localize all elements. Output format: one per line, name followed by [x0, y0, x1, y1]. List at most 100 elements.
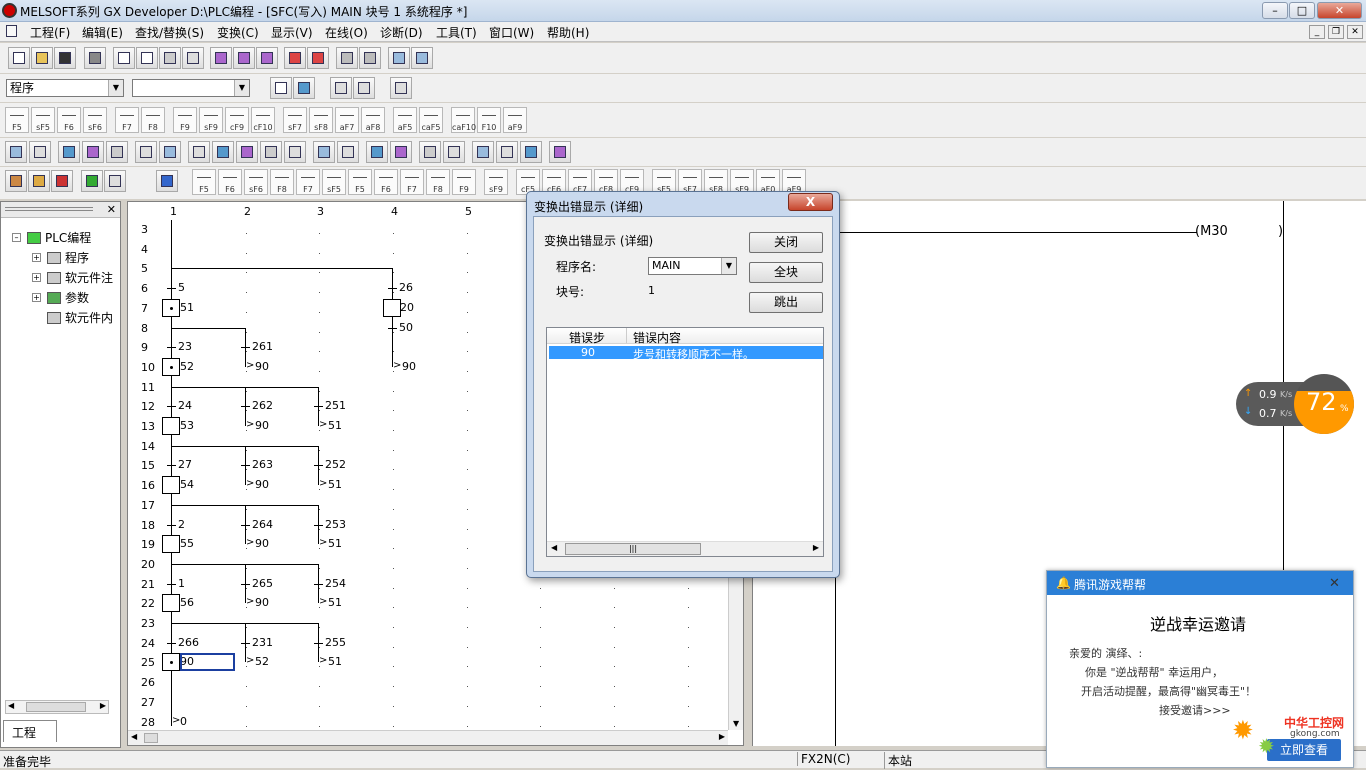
ladder-symbol-button[interactable]: F6 [218, 169, 242, 195]
dialog-close-btn[interactable]: 关闭 [749, 232, 823, 253]
write-online-icon[interactable] [106, 141, 128, 163]
arrow-icon[interactable] [156, 170, 178, 192]
transition-label[interactable]: 5 [178, 281, 185, 294]
ladder-symbol-button[interactable]: aF8 [361, 107, 385, 133]
jump-target[interactable]: 90 [255, 596, 269, 609]
jump-target[interactable]: 51 [328, 596, 342, 609]
sfc-step-box[interactable] [162, 298, 180, 317]
device-memory-icon[interactable] [284, 141, 306, 163]
sfc-step-box[interactable] [383, 298, 401, 317]
program-type-select[interactable]: 程序 ▼ [6, 79, 124, 97]
jump-button[interactable]: 跳出 [749, 292, 823, 313]
tree-item-parameter[interactable]: 参数 [47, 289, 89, 306]
ladder-symbol-button[interactable]: aF7 [335, 107, 359, 133]
ladder-symbol-button[interactable]: F10 [477, 107, 501, 133]
transition-label[interactable]: 261 [252, 340, 273, 353]
expand-icon[interactable]: + [32, 253, 41, 262]
editor-hscrollbar[interactable]: ◀ ▶ [128, 730, 728, 745]
sfc-step-box[interactable] [162, 594, 180, 613]
jump-target[interactable]: 90 [402, 360, 416, 373]
read-icon[interactable] [307, 47, 329, 69]
undo-icon[interactable] [182, 47, 204, 69]
screen-icon[interactable] [549, 141, 571, 163]
dialog-close-button[interactable]: X [788, 193, 833, 211]
end-jump[interactable]: 0 [180, 715, 187, 728]
ladder-symbol-button[interactable]: sF8 [309, 107, 333, 133]
jump-target[interactable]: 51 [328, 478, 342, 491]
cut-icon[interactable] [113, 47, 135, 69]
transition-label[interactable]: 262 [252, 399, 273, 412]
transition-label[interactable]: 2 [178, 518, 185, 531]
program-edit-icon[interactable] [270, 77, 292, 99]
device-batch-icon[interactable] [135, 141, 157, 163]
list-icon[interactable] [353, 77, 375, 99]
transition-label[interactable]: 27 [178, 458, 192, 471]
step-icon[interactable] [5, 170, 27, 192]
transition-label[interactable]: 1 [178, 577, 185, 590]
menu-window[interactable]: 窗口(W) [489, 24, 534, 41]
mdi-minimize-button[interactable]: _ [1309, 25, 1325, 39]
step-label[interactable]: 52 [180, 360, 194, 373]
ladder-symbol-button[interactable]: F9 [173, 107, 197, 133]
error-row[interactable]: 90 步号和转移顺序不一样。 [549, 346, 823, 361]
ladder-symbol-button[interactable]: F6 [374, 169, 398, 195]
monitor-icon[interactable] [210, 47, 232, 69]
mdi-close-button[interactable]: ✕ [1347, 25, 1363, 39]
sfc-step-box[interactable] [162, 417, 180, 435]
transition-label[interactable]: 265 [252, 577, 273, 590]
expand-icon[interactable]: + [32, 293, 41, 302]
setup-icon[interactable] [337, 141, 359, 163]
ladder-symbol-button[interactable]: F6 [57, 107, 81, 133]
jump-target[interactable]: 52 [255, 655, 269, 668]
tree-root[interactable]: PLC编程 [27, 229, 91, 246]
minimize-button[interactable]: – [1262, 2, 1288, 19]
verify-icon[interactable] [419, 141, 441, 163]
connection-icon[interactable] [313, 141, 335, 163]
ladder-symbol-button[interactable]: sF9 [484, 169, 508, 195]
open-icon[interactable] [31, 47, 53, 69]
ladder-symbol-button[interactable]: aF9 [503, 107, 527, 133]
step-label[interactable]: 56 [180, 596, 194, 609]
write-icon[interactable] [284, 47, 306, 69]
menu-project[interactable]: 工程(F) [30, 24, 70, 41]
transition-label[interactable]: 26 [399, 281, 413, 294]
paste-icon[interactable] [159, 47, 181, 69]
error-icon[interactable] [51, 170, 73, 192]
pane-close-icon[interactable]: ✕ [107, 203, 116, 216]
zoom-out-icon[interactable] [359, 47, 381, 69]
close-button[interactable]: ✕ [1317, 2, 1362, 19]
jump-target[interactable]: 51 [328, 537, 342, 550]
ladder-symbol-button[interactable]: F5 [5, 107, 29, 133]
step-stop-icon[interactable] [496, 141, 518, 163]
note-icon[interactable] [260, 141, 282, 163]
menu-tools[interactable]: 工具(T) [436, 24, 477, 41]
mdi-restore-button[interactable]: ❐ [1328, 25, 1344, 39]
transition-label[interactable]: 254 [325, 577, 346, 590]
trace-icon[interactable] [520, 141, 542, 163]
copy-icon[interactable] [136, 47, 158, 69]
menu-edit[interactable]: 编辑(E) [82, 24, 123, 41]
program-name-combo[interactable]: MAIN ▼ [648, 257, 737, 275]
print-icon[interactable] [84, 47, 106, 69]
ladder-symbol-button[interactable]: sF7 [283, 107, 307, 133]
menu-find-replace[interactable]: 查找/替换(S) [135, 24, 204, 41]
step-label[interactable]: 53 [180, 419, 194, 432]
menu-view[interactable]: 显示(V) [271, 24, 313, 41]
transition-label[interactable]: 263 [252, 458, 273, 471]
error-list-hscrollbar[interactable]: ◀ ||| ▶ [547, 541, 823, 556]
menu-online[interactable]: 在线(O) [325, 24, 368, 41]
ladder-symbol-button[interactable]: F9 [452, 169, 476, 195]
sfc-view-icon[interactable] [5, 141, 27, 163]
comment-icon[interactable] [390, 77, 412, 99]
ladder-symbol-button[interactable]: cF10 [251, 107, 275, 133]
transition-label[interactable]: 251 [325, 399, 346, 412]
transition-label[interactable]: 255 [325, 636, 346, 649]
tree-item-device-comment[interactable]: 软元件注 [47, 269, 113, 286]
transition-label[interactable]: 253 [325, 518, 346, 531]
sfc-step-box[interactable] [162, 535, 180, 554]
step-run-icon[interactable] [472, 141, 494, 163]
monitor-icon[interactable] [82, 141, 104, 163]
ladder-convert-icon[interactable] [188, 141, 210, 163]
menu-convert[interactable]: 变换(C) [217, 24, 259, 41]
ladder-symbol-button[interactable]: F5 [348, 169, 372, 195]
